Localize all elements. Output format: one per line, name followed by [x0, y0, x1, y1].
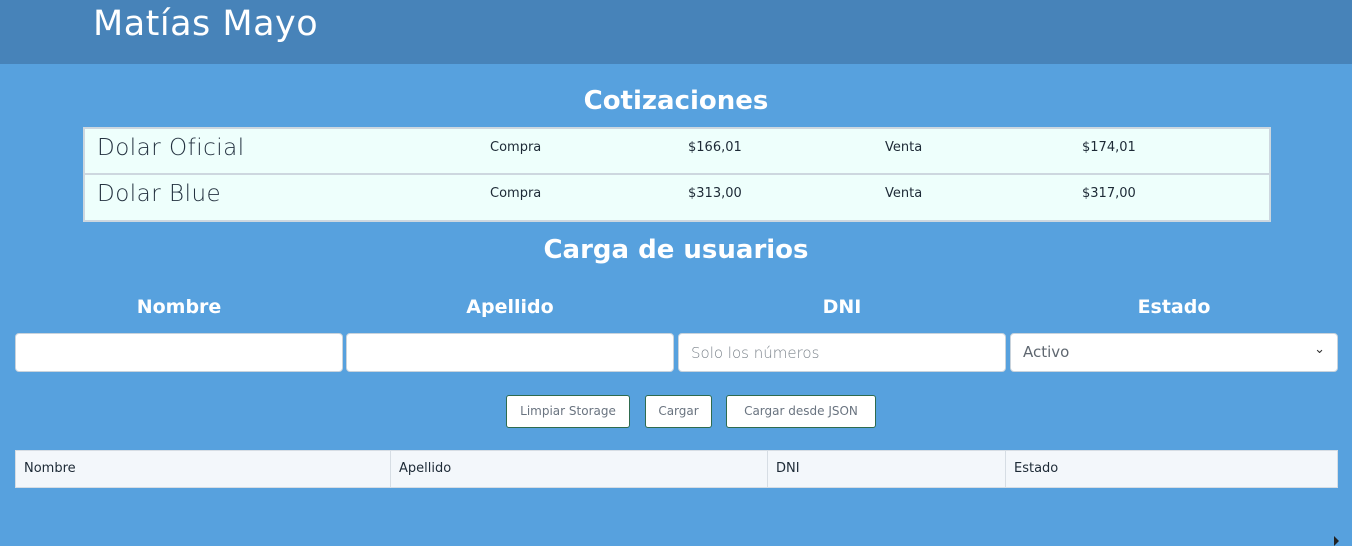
nombre-input[interactable] — [15, 333, 343, 372]
quote-name: Dolar Oficial — [97, 135, 245, 161]
table-header-nombre: Nombre — [16, 451, 391, 487]
quote-name: Dolar Blue — [97, 181, 222, 207]
quotes-title: Cotizaciones — [583, 86, 769, 116]
dni-input[interactable] — [678, 333, 1006, 372]
quote-row: Dolar Oficial Compra $166,01 Venta $174,… — [85, 129, 1269, 175]
table-header-estado: Estado — [1014, 461, 1059, 476]
quote-buy-label: Compra — [490, 140, 542, 155]
estado-select[interactable]: Activo ⌄ — [1010, 333, 1338, 372]
estado-label: Estado — [1137, 296, 1211, 318]
chevron-down-icon: ⌄ — [1314, 342, 1325, 357]
site-title: Matías Mayo — [93, 4, 319, 44]
site-header: Matías Mayo — [0, 0, 1352, 64]
users-table-header: Nombre Apellido DNI Estado — [15, 450, 1338, 488]
estado-selected-value: Activo — [1023, 343, 1070, 361]
quote-buy-value: $313,00 — [688, 186, 742, 201]
user-form-title: Carga de usuarios — [543, 235, 809, 265]
apellido-label: Apellido — [466, 296, 554, 318]
quote-sell-label: Venta — [885, 140, 923, 155]
quote-sell-value: $174,01 — [1082, 140, 1136, 155]
load-button[interactable]: Cargar — [645, 395, 712, 428]
load-json-button[interactable]: Cargar desde JSON — [726, 395, 876, 428]
table-header-apellido: Apellido — [391, 451, 768, 487]
mouse-cursor-icon — [1334, 536, 1339, 546]
dni-label: DNI — [822, 296, 862, 318]
quote-row: Dolar Blue Compra $313,00 Venta $317,00 — [85, 175, 1269, 221]
apellido-input[interactable] — [346, 333, 674, 372]
quotes-table: Dolar Oficial Compra $166,01 Venta $174,… — [83, 127, 1271, 222]
quote-sell-label: Venta — [885, 186, 923, 201]
quote-buy-value: $166,01 — [688, 140, 742, 155]
clear-storage-button[interactable]: Limpiar Storage — [506, 395, 630, 428]
quote-buy-label: Compra — [490, 186, 542, 201]
nombre-label: Nombre — [136, 296, 222, 318]
table-header-dni: DNI — [768, 451, 1006, 487]
quote-sell-value: $317,00 — [1082, 186, 1136, 201]
